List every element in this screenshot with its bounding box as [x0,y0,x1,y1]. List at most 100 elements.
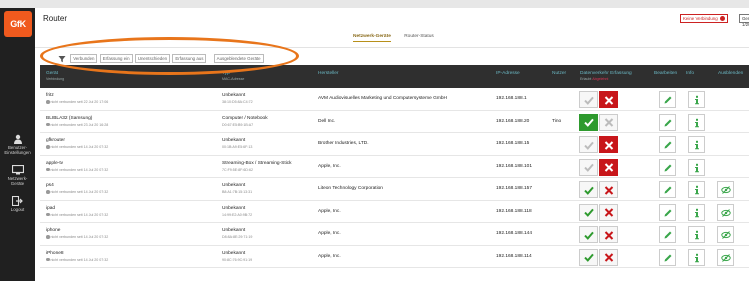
sidebar-item-label: Logout [10,207,25,212]
devices-table: Gerät Verbindung Typ MAC-Adresse Herstelle… [40,65,749,268]
hide-button[interactable] [717,181,734,198]
info-button[interactable] [688,226,705,243]
hide-button[interactable] [717,226,734,243]
device-name: iphone [46,228,61,233]
capture-accept-button[interactable] [579,158,598,176]
table-row: ps4 nicht verbunden seit 14 Jul 20 07:32 U… [40,178,749,201]
device-name-cell[interactable]: BLIBLA32 (Samsung) nicht verbunden seit 2… [46,116,108,127]
capture-accept-button[interactable] [579,181,598,198]
filter-chip-undecided[interactable]: Unentschieden [134,54,171,63]
device-name-cell[interactable]: ps4 nicht verbunden seit 14 Jul 20 07:32 [46,183,108,194]
filter-chip-capture-off[interactable]: Erfassung aus [172,54,207,63]
edit-button[interactable] [659,158,676,176]
col-capture[interactable]: Datenverkehr Erfassung Erlaubt Abgelehnt [580,71,632,81]
pencil-icon [664,186,672,194]
device-name-cell[interactable]: gfkrouter nicht verbunden seit 14 Jul 20 … [46,138,108,149]
device-name-cell[interactable]: ipad nicht verbunden seit 14 Jul 20 07:32 [46,206,108,217]
capture-accept-button[interactable] [579,226,598,243]
sidebar-item-logout[interactable]: Logout [0,196,35,212]
col-manufacturer[interactable]: Hersteller [318,71,339,76]
table-row: BLIBLA32 (Samsung) nicht verbunden seit 2… [40,111,749,133]
device-count-badge[interactable]: Geräte 1/20 [739,14,749,27]
filter-chip-connected[interactable]: Verbunden [70,54,98,63]
edit-button[interactable] [659,113,676,131]
eye-hide-icon [721,186,731,194]
capture-reject-button[interactable] [599,203,618,221]
edit-button[interactable] [659,91,676,108]
table-header: Gerät Verbindung Typ MAC-Adresse Herstelle… [40,65,749,88]
device-name-cell[interactable]: fritz nicht verbunden seit 22 Jul 20 17:0… [46,93,108,104]
pencil-icon [664,141,672,149]
info-button[interactable] [688,158,705,176]
filter-chip-hidden-devices[interactable]: Ausgeblendete Geräte [213,54,264,63]
capture-reject-button[interactable] [599,113,618,131]
device-name-cell[interactable]: iphone nicht verbunden seit 14 Jul 20 07:… [46,228,108,239]
info-button[interactable] [688,181,705,198]
sidebar-item-user-settings[interactable]: Benutzer- Einstellungen [0,134,35,155]
edit-button[interactable] [659,226,676,243]
pencil-icon [664,96,672,104]
device-type-cell: Unbekannt 14:99:E2:A0:9B:72 [222,206,252,217]
connection-status: nicht verbunden seit 14 Jul 20 07:32 [50,235,109,239]
device-name: gfkrouter [46,138,65,143]
capture-toggle [579,181,619,198]
device-type: Unbekannt [222,250,246,256]
edit-button[interactable] [659,136,676,153]
check-icon [584,118,594,127]
logout-icon [12,196,23,206]
connection-status: nicht verbunden seit 14 Jul 20 07:32 [50,145,109,149]
capture-accept-button[interactable] [579,203,598,221]
device-name: ipad [46,205,56,211]
table-row: fritz nicht verbunden seit 22 Jul 20 17:0… [40,88,749,111]
device-type-cell: Unbekannt 90:8C:76:9C:91:19 [222,251,252,262]
info-icon [695,95,699,105]
col-ip[interactable]: IP-Adresse [496,71,520,76]
info-button[interactable] [688,203,705,221]
tab-network-devices[interactable]: Netzwerk-Geräte [353,34,391,42]
check-icon [584,253,594,262]
ip-address: 192.168.188.144 [496,231,533,236]
device-name-cell[interactable]: iPhone8 nicht verbunden seit 14 Jul 20 07… [46,251,108,262]
manufacturer: AVM Audiovisuelles Marketing und Compute… [318,96,447,101]
col-type[interactable]: Typ MAC-Adresse [222,71,244,81]
ip-address: 192.168.188.1 [496,96,527,101]
device-name-cell[interactable]: apple-tv nicht verbunden seit 14 Jul 20 0… [46,161,108,172]
capture-accept-button[interactable] [579,136,598,153]
filter-icon [58,55,66,62]
info-button[interactable] [688,91,705,108]
col-user[interactable]: Nutzer [552,71,566,76]
filter-chip-capture-on[interactable]: Erfassung ein [99,54,133,63]
info-icon [695,185,699,195]
device-name: iPhone8 [46,250,64,256]
monitor-icon [11,165,24,175]
device-name: ps4 [46,183,54,188]
edit-button[interactable] [659,203,676,221]
check-icon [584,96,594,105]
capture-accept-button[interactable] [579,91,598,108]
capture-reject-button[interactable] [599,181,618,198]
capture-reject-button[interactable] [599,136,618,153]
tab-bar: Netzwerk-Geräte Router-Status [353,34,446,42]
edit-button[interactable] [659,181,676,198]
col-device[interactable]: Gerät Verbindung [46,71,64,81]
capture-reject-button[interactable] [599,248,618,266]
tab-router-status[interactable]: Router-Status [404,34,434,41]
sidebar-item-network-devices[interactable]: Netzwerk- Geräte [0,165,35,186]
capture-toggle [579,136,619,153]
info-button[interactable] [688,248,705,266]
edit-button[interactable] [659,248,676,266]
capture-accept-button[interactable] [579,248,598,266]
page-title: Router [43,14,68,23]
info-button[interactable] [688,136,705,153]
device-type: Computer / Notebook [222,115,268,121]
manufacturer: Liteon Technology Corporation [318,186,383,191]
device-type: Unbekannt [222,205,246,211]
capture-accept-button[interactable] [579,113,598,131]
info-button[interactable] [688,113,705,131]
capture-reject-button[interactable] [599,91,618,108]
device-type: Unbekannt [222,228,246,233]
hide-button[interactable] [717,203,734,221]
capture-reject-button[interactable] [599,226,618,243]
capture-reject-button[interactable] [599,158,618,176]
hide-button[interactable] [717,248,734,266]
